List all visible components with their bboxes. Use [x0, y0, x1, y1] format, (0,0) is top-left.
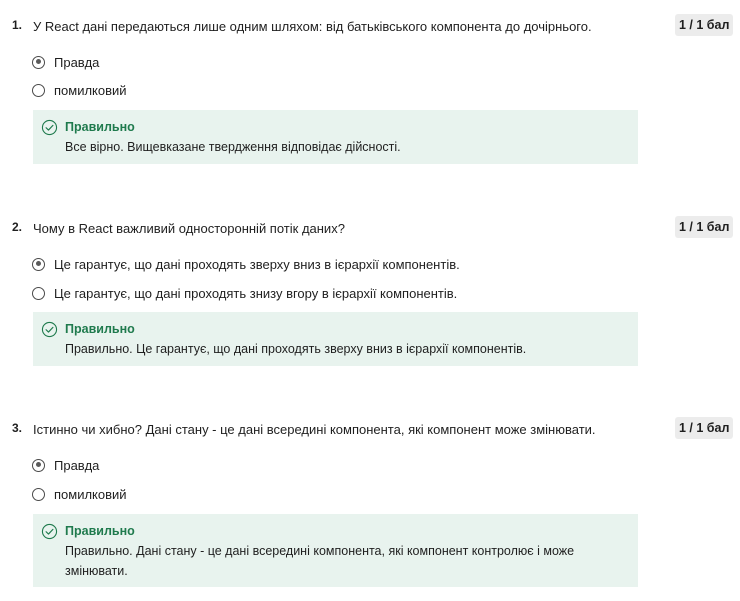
option-top-down[interactable]: Це гарантує, що дані проходять зверху вн…	[32, 255, 460, 273]
score-badge: 1 / 1 бал	[675, 216, 734, 238]
feedback-title: Правильно	[65, 322, 135, 336]
radio-unselected[interactable]	[32, 83, 45, 97]
score-badge: 1 / 1 бал	[675, 14, 734, 36]
check-circle-icon	[41, 523, 58, 540]
option-label: Правда	[54, 457, 100, 473]
feedback-title: Правильно	[65, 120, 135, 134]
option-false[interactable]: помилковий	[32, 485, 127, 503]
option-true[interactable]: Правда	[32, 53, 99, 71]
check-circle-icon	[41, 119, 58, 136]
radio-unselected[interactable]	[32, 487, 45, 501]
radio-unselected[interactable]	[32, 286, 45, 300]
score-badge: 1 / 1 бал	[675, 417, 734, 439]
feedback-text: Все вірно. Вищевказане твердження відпов…	[65, 140, 401, 154]
question-number: 3.	[12, 421, 23, 435]
question-number: 2.	[12, 220, 23, 234]
question-text: У React дані передаються лише одним шлях…	[33, 19, 592, 34]
question-text: Чому в React важливий односторонній поті…	[33, 221, 345, 236]
option-true[interactable]: Правда	[32, 456, 99, 474]
option-label: Це гарантує, що дані проходять зверху вн…	[54, 256, 460, 272]
feedback-title: Правильно	[65, 524, 135, 538]
feedback-text: Правильно. Це гарантує, що дані проходят…	[65, 342, 527, 356]
option-label: Правда	[54, 54, 100, 70]
option-label: помилковий	[54, 486, 127, 502]
radio-selected[interactable]	[32, 55, 45, 69]
option-bottom-up[interactable]: Це гарантує, що дані проходять знизу вго…	[32, 284, 457, 302]
feedback-box: Правильно Правильно. Це гарантує, що дан…	[33, 312, 638, 366]
check-circle-icon	[41, 321, 58, 338]
feedback-text: Правильно. Дані стану - це дані всередин…	[65, 544, 575, 578]
question-number: 1.	[12, 18, 23, 32]
option-false[interactable]: помилковий	[32, 81, 127, 99]
option-label: помилковий	[54, 82, 127, 98]
radio-selected[interactable]	[32, 257, 45, 271]
radio-selected[interactable]	[32, 458, 45, 472]
option-label: Це гарантує, що дані проходять знизу вго…	[54, 285, 458, 301]
feedback-box: Правильно Правильно. Дані стану - це дан…	[33, 514, 638, 587]
question-text: Істинно чи хибно? Дані стану - це дані в…	[33, 422, 596, 437]
feedback-box: Правильно Все вірно. Вищевказане твердже…	[33, 110, 638, 164]
